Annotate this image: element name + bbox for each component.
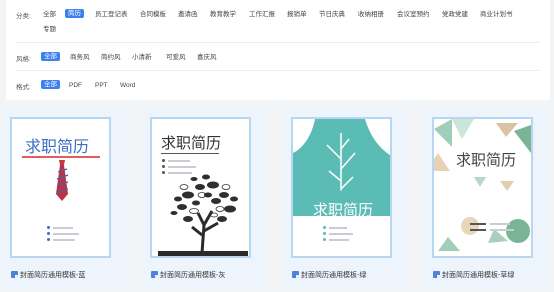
style-label: 风格:	[16, 56, 31, 63]
template-title[interactable]: 封面简历通用模板-蓝	[11, 270, 85, 280]
category-option-education[interactable]: 教育教学	[210, 10, 236, 19]
cover-line	[22, 156, 100, 158]
style-option-simple[interactable]: 简约风	[101, 53, 121, 62]
file-icon	[292, 271, 299, 278]
divider	[16, 42, 540, 43]
category-option-invitation[interactable]: 邀请函	[178, 10, 198, 19]
template-card-gray[interactable]: 求职简历 封面简历通用模板-灰	[142, 108, 266, 288]
tree-background	[293, 119, 390, 216]
template-thumbnail[interactable]: 求职简历	[291, 117, 392, 258]
format-label: 格式:	[16, 84, 31, 91]
filter-panel: 分类: 全部 简历 员工登记表 合同模板 邀请函 教育教学 工作汇报 报销单 节…	[6, 0, 550, 100]
geometric-background	[434, 119, 531, 251]
category-option-employee-form[interactable]: 员工登记表	[95, 10, 128, 19]
category-option-all[interactable]: 全部	[43, 10, 56, 19]
info-dot	[323, 232, 326, 235]
category-option-festival[interactable]: 节日庆典	[319, 10, 345, 19]
info-line	[329, 239, 349, 241]
category-option-business-plan[interactable]: 商业计划书	[480, 10, 513, 19]
info-line	[470, 229, 486, 231]
category-option-work-report[interactable]: 工作汇报	[249, 10, 275, 19]
cover-title: 求职简历	[25, 137, 90, 156]
category-option-expense[interactable]: 报销单	[287, 10, 307, 19]
template-thumbnail[interactable]: 求职简历	[150, 117, 251, 258]
template-thumbnail[interactable]: 求职简历	[432, 117, 533, 258]
tree-illustration	[158, 174, 248, 256]
template-title[interactable]: 封面简历通用模板-灰	[151, 270, 225, 280]
info-line	[53, 227, 73, 229]
category-option-topic[interactable]: 专题	[43, 25, 56, 34]
info-line	[329, 227, 347, 229]
template-name: 封面简历通用模板-绿	[301, 272, 367, 279]
format-option-word[interactable]: Word	[120, 81, 135, 90]
style-option-cute[interactable]: 可爱风	[166, 53, 186, 62]
template-grid: 求职简历 封面简历通用模板-蓝 求职简历 封面简历通用模板-灰 求职简历 封面简…	[0, 104, 554, 292]
file-icon	[433, 271, 440, 278]
template-name: 封面简历通用模板-草绿	[442, 272, 515, 279]
style-option-all[interactable]: 全部	[41, 52, 60, 61]
info-dot	[47, 238, 50, 241]
tie-icon	[56, 160, 69, 201]
style-option-business[interactable]: 商务风	[70, 53, 90, 62]
cover-line	[161, 153, 219, 154]
format-option-all[interactable]: 全部	[41, 80, 60, 89]
info-line	[490, 229, 514, 231]
template-title[interactable]: 封面简历通用模板-绿	[292, 270, 366, 280]
template-name: 封面简历通用模板-蓝	[20, 272, 86, 279]
info-line	[329, 233, 353, 235]
cover-title: 求职简历	[161, 134, 222, 152]
template-card-grass-green[interactable]: 求职简历 封面简历通用模板-草绿	[424, 108, 548, 288]
info-line	[53, 239, 75, 241]
style-option-fresh[interactable]: 小清新	[132, 53, 152, 62]
info-dot	[162, 159, 165, 162]
file-icon	[11, 271, 18, 278]
category-option-album[interactable]: 收纳相册	[358, 10, 384, 19]
category-option-party[interactable]: 党政党建	[442, 10, 468, 19]
category-option-resume[interactable]: 简历	[65, 9, 84, 18]
template-name: 封面简历通用模板-灰	[160, 272, 226, 279]
file-icon	[151, 271, 158, 278]
format-option-ppt[interactable]: PPT	[95, 81, 108, 90]
template-card-blue[interactable]: 求职简历 封面简历通用模板-蓝	[2, 108, 126, 288]
info-dot	[323, 226, 326, 229]
info-line	[490, 223, 510, 225]
divider	[16, 70, 540, 71]
format-option-pdf[interactable]: PDF	[69, 81, 82, 90]
style-option-festive[interactable]: 喜庆风	[197, 53, 217, 62]
category-option-meeting-room[interactable]: 会议室预约	[397, 10, 430, 19]
info-line	[168, 160, 190, 162]
template-card-green[interactable]: 求职简历 封面简历通用模板-绿	[283, 108, 407, 288]
template-thumbnail[interactable]: 求职简历	[10, 117, 111, 258]
info-dot	[323, 238, 326, 241]
template-title[interactable]: 封面简历通用模板-草绿	[433, 270, 514, 280]
info-line	[470, 223, 486, 225]
info-dot	[47, 226, 50, 229]
category-option-contract[interactable]: 合同模板	[140, 10, 166, 19]
info-dot	[47, 232, 50, 235]
cover-title: 求职简历	[456, 151, 517, 169]
cover-title: 求职简历	[313, 201, 374, 219]
category-label: 分类:	[16, 13, 31, 20]
info-line	[53, 233, 79, 235]
